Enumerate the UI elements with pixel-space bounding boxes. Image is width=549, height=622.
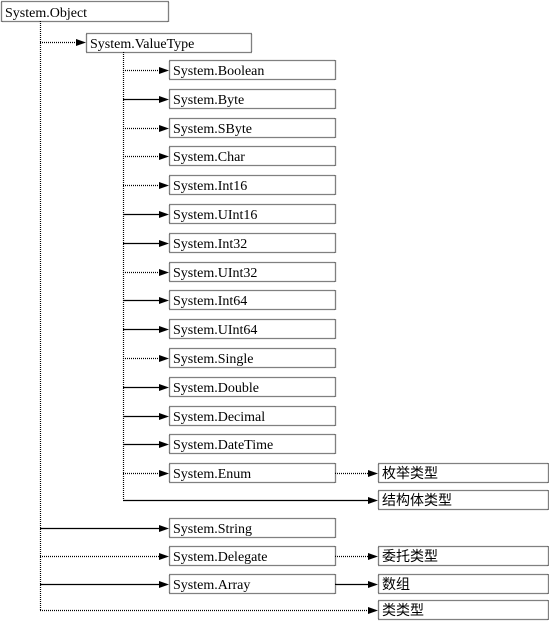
system-int32-label: System.Int32 [173, 237, 247, 252]
type-hierarchy-diagram: System.Object System.ValueType System.Bool… [0, 0, 549, 622]
system-sbyte-label: System.SByte [173, 122, 252, 137]
system-int64-label: System.Int64 [173, 294, 247, 309]
system-datetime-label: System.DateTime [173, 438, 273, 453]
system-enum-label: System.Enum [173, 467, 251, 482]
system-uint16-label: System.UInt16 [173, 208, 257, 223]
system-delegate-arrowhead-icon [159, 553, 169, 560]
valuetype-arrowhead-icon [76, 39, 86, 46]
system-byte-label: System.Byte [173, 93, 244, 108]
system-array-label: System.Array [173, 578, 250, 593]
system-int16-label: System.Int16 [173, 179, 247, 194]
system-double-label: System.Double [173, 381, 259, 396]
system-char-label: System.Char [173, 150, 245, 165]
system-object-label: System.Object [5, 6, 87, 21]
system-decimal-arrowhead-icon [159, 413, 169, 420]
class-type-label: 类类型 [382, 603, 424, 619]
system-boolean-arrowhead-icon [159, 67, 169, 74]
diagram-canvas: System.Object System.ValueType System.Bool… [0, 0, 549, 621]
system-uint16-arrowhead-icon [159, 211, 169, 218]
struct-type-label: 结构体类型 [382, 493, 452, 509]
system-delegate-child-label: 委托类型 [382, 549, 438, 565]
system-single-arrowhead-icon [159, 355, 169, 362]
system-uint64-label: System.UInt64 [173, 323, 257, 338]
system-int32-arrowhead-icon [159, 240, 169, 247]
system-boolean-label: System.Boolean [173, 64, 264, 79]
system-double-arrowhead-icon [159, 384, 169, 391]
system-enum-child-arrowhead-icon [368, 470, 378, 477]
system-delegate-label: System.Delegate [173, 550, 267, 565]
class-type-arrowhead-icon [368, 607, 378, 614]
struct-type-arrowhead-icon [368, 497, 378, 504]
system-array-arrowhead-icon [159, 581, 169, 588]
system-enum-arrowhead-icon [159, 470, 169, 477]
system-string-arrowhead-icon [159, 525, 169, 532]
system-string-label: System.String [173, 522, 252, 537]
system-single-label: System.Single [173, 352, 254, 367]
system-delegate-child-arrowhead-icon [368, 553, 378, 560]
system-uint64-arrowhead-icon [159, 326, 169, 333]
system-decimal-label: System.Decimal [173, 410, 265, 425]
system-char-arrowhead-icon [159, 153, 169, 160]
system-byte-arrowhead-icon [159, 96, 169, 103]
system-datetime-arrowhead-icon [159, 441, 169, 448]
system-array-child-arrowhead-icon [368, 581, 378, 588]
system-enum-child-label: 枚举类型 [382, 466, 438, 482]
system-sbyte-arrowhead-icon [159, 125, 169, 132]
system-int16-arrowhead-icon [159, 182, 169, 189]
system-valuetype-label: System.ValueType [90, 37, 194, 52]
system-uint32-label: System.UInt32 [173, 266, 257, 281]
system-int64-arrowhead-icon [159, 297, 169, 304]
system-uint32-arrowhead-icon [159, 269, 169, 276]
system-array-child-label: 数组 [382, 577, 410, 593]
